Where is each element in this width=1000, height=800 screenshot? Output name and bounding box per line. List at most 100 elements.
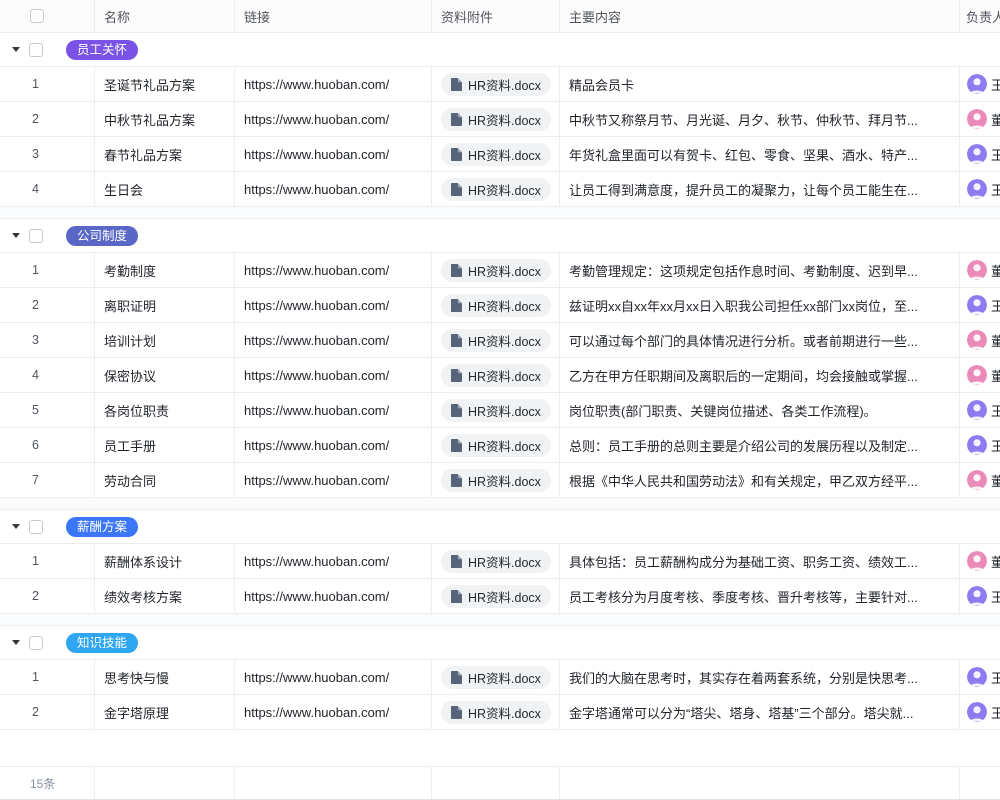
attachment-cell[interactable]: HR资料.docx (432, 660, 560, 694)
row-index-cell[interactable]: 1 (0, 67, 95, 101)
name-cell[interactable]: 春节礼品方案 (95, 137, 235, 171)
chevron-down-icon[interactable] (12, 524, 20, 529)
name-cell[interactable]: 培训计划 (95, 323, 235, 357)
content-cell[interactable]: 让员工得到满意度，提升员工的凝聚力，让每个员工能生在... (560, 172, 960, 206)
content-cell[interactable]: 乙方在甲方任职期间及离职后的一定期间，均会接触或掌握... (560, 358, 960, 392)
attachment-chip[interactable]: HR资料.docx (441, 143, 551, 166)
assignee-cell[interactable]: 董 (960, 544, 1000, 578)
link-cell[interactable]: https://www.huoban.com/ (235, 428, 432, 462)
name-cell[interactable]: 绩效考核方案 (95, 579, 235, 613)
row-index-cell[interactable]: 3 (0, 323, 95, 357)
row-index-cell[interactable]: 4 (0, 172, 95, 206)
name-cell[interactable]: 圣诞节礼品方案 (95, 67, 235, 101)
name-cell[interactable]: 劳动合同 (95, 463, 235, 497)
link-cell[interactable]: https://www.huoban.com/ (235, 695, 432, 729)
assignee-cell[interactable]: 王 (960, 695, 1000, 729)
assignee-cell[interactable]: 王 (960, 137, 1000, 171)
chevron-down-icon[interactable] (12, 640, 20, 645)
name-cell[interactable]: 薪酬体系设计 (95, 544, 235, 578)
content-cell[interactable]: 根据《中华人民共和国劳动法》和有关规定，甲乙双方经平... (560, 463, 960, 497)
attachment-cell[interactable]: HR资料.docx (432, 288, 560, 322)
attachment-chip[interactable]: HR资料.docx (441, 434, 551, 457)
content-cell[interactable]: 可以通过每个部门的具体情况进行分析。或者前期进行一些... (560, 323, 960, 357)
name-cell[interactable]: 中秋节礼品方案 (95, 102, 235, 136)
attachment-cell[interactable]: HR资料.docx (432, 172, 560, 206)
link-cell[interactable]: https://www.huoban.com/ (235, 288, 432, 322)
attachment-cell[interactable]: HR资料.docx (432, 463, 560, 497)
attachment-chip[interactable]: HR资料.docx (441, 666, 551, 689)
column-header-content[interactable]: 主要内容 (560, 0, 960, 32)
assignee-cell[interactable]: 王 (960, 579, 1000, 613)
group-checkbox[interactable] (29, 43, 43, 57)
attachment-cell[interactable]: HR资料.docx (432, 137, 560, 171)
column-header-assignee[interactable]: 负责人 (960, 0, 1000, 32)
row-index-cell[interactable]: 7 (0, 463, 95, 497)
attachment-chip[interactable]: HR资料.docx (441, 259, 551, 282)
link-cell[interactable]: https://www.huoban.com/ (235, 660, 432, 694)
attachment-cell[interactable]: HR资料.docx (432, 253, 560, 287)
attachment-chip[interactable]: HR资料.docx (441, 329, 551, 352)
content-cell[interactable]: 考勤管理规定：这项规定包括作息时间、考勤制度、迟到早... (560, 253, 960, 287)
link-cell[interactable]: https://www.huoban.com/ (235, 102, 432, 136)
attachment-cell[interactable]: HR资料.docx (432, 67, 560, 101)
group-badge[interactable]: 公司制度 (66, 226, 138, 246)
link-cell[interactable]: https://www.huoban.com/ (235, 253, 432, 287)
group-badge[interactable]: 员工关怀 (66, 40, 138, 60)
assignee-cell[interactable]: 董 (960, 323, 1000, 357)
attachment-cell[interactable]: HR资料.docx (432, 323, 560, 357)
row-index-cell[interactable]: 1 (0, 544, 95, 578)
attachment-cell[interactable]: HR资料.docx (432, 102, 560, 136)
link-cell[interactable]: https://www.huoban.com/ (235, 393, 432, 427)
attachment-chip[interactable]: HR资料.docx (441, 399, 551, 422)
content-cell[interactable]: 岗位职责(部门职责、关键岗位描述、各类工作流程)。 (560, 393, 960, 427)
link-cell[interactable]: https://www.huoban.com/ (235, 67, 432, 101)
group-checkbox[interactable] (29, 229, 43, 243)
content-cell[interactable]: 中秋节又称祭月节、月光诞、月夕、秋节、仲秋节、拜月节... (560, 102, 960, 136)
link-cell[interactable]: https://www.huoban.com/ (235, 137, 432, 171)
assignee-cell[interactable]: 王 (960, 67, 1000, 101)
name-cell[interactable]: 考勤制度 (95, 253, 235, 287)
attachment-cell[interactable]: HR资料.docx (432, 393, 560, 427)
attachment-chip[interactable]: HR资料.docx (441, 550, 551, 573)
link-cell[interactable]: https://www.huoban.com/ (235, 323, 432, 357)
attachment-chip[interactable]: HR资料.docx (441, 73, 551, 96)
attachment-chip[interactable]: HR资料.docx (441, 178, 551, 201)
row-index-cell[interactable]: 2 (0, 102, 95, 136)
column-header-attachment[interactable]: 资料附件 (432, 0, 560, 32)
attachment-cell[interactable]: HR资料.docx (432, 695, 560, 729)
row-index-cell[interactable]: 3 (0, 137, 95, 171)
name-cell[interactable]: 生日会 (95, 172, 235, 206)
name-cell[interactable]: 金字塔原理 (95, 695, 235, 729)
group-badge[interactable]: 薪酬方案 (66, 517, 138, 537)
chevron-down-icon[interactable] (12, 47, 20, 52)
link-cell[interactable]: https://www.huoban.com/ (235, 172, 432, 206)
row-index-cell[interactable]: 6 (0, 428, 95, 462)
content-cell[interactable]: 金字塔通常可以分为“塔尖、塔身、塔基”三个部分。塔尖就... (560, 695, 960, 729)
attachment-chip[interactable]: HR资料.docx (441, 585, 551, 608)
link-cell[interactable]: https://www.huoban.com/ (235, 358, 432, 392)
assignee-cell[interactable]: 董 (960, 102, 1000, 136)
select-all-checkbox[interactable] (30, 9, 44, 23)
attachment-chip[interactable]: HR资料.docx (441, 701, 551, 724)
row-index-cell[interactable]: 4 (0, 358, 95, 392)
content-cell[interactable]: 年货礼盒里面可以有贺卡、红包、零食、坚果、酒水、特产... (560, 137, 960, 171)
assignee-cell[interactable]: 董 (960, 253, 1000, 287)
row-index-cell[interactable]: 2 (0, 288, 95, 322)
content-cell[interactable]: 员工考核分为月度考核、季度考核、晋升考核等，主要针对... (560, 579, 960, 613)
attachment-cell[interactable]: HR资料.docx (432, 428, 560, 462)
group-checkbox[interactable] (29, 520, 43, 534)
assignee-cell[interactable]: 王 (960, 172, 1000, 206)
assignee-cell[interactable]: 董 (960, 463, 1000, 497)
attachment-cell[interactable]: HR资料.docx (432, 544, 560, 578)
row-index-cell[interactable]: 2 (0, 695, 95, 729)
assignee-cell[interactable]: 王 (960, 660, 1000, 694)
row-index-cell[interactable]: 5 (0, 393, 95, 427)
content-cell[interactable]: 总则：员工手册的总则主要是介绍公司的发展历程以及制定... (560, 428, 960, 462)
content-cell[interactable]: 具体包括：员工薪酬构成分为基础工资、职务工资、绩效工... (560, 544, 960, 578)
link-cell[interactable]: https://www.huoban.com/ (235, 544, 432, 578)
attachment-chip[interactable]: HR资料.docx (441, 108, 551, 131)
attachment-chip[interactable]: HR资料.docx (441, 469, 551, 492)
name-cell[interactable]: 员工手册 (95, 428, 235, 462)
group-badge[interactable]: 知识技能 (66, 633, 138, 653)
name-cell[interactable]: 离职证明 (95, 288, 235, 322)
